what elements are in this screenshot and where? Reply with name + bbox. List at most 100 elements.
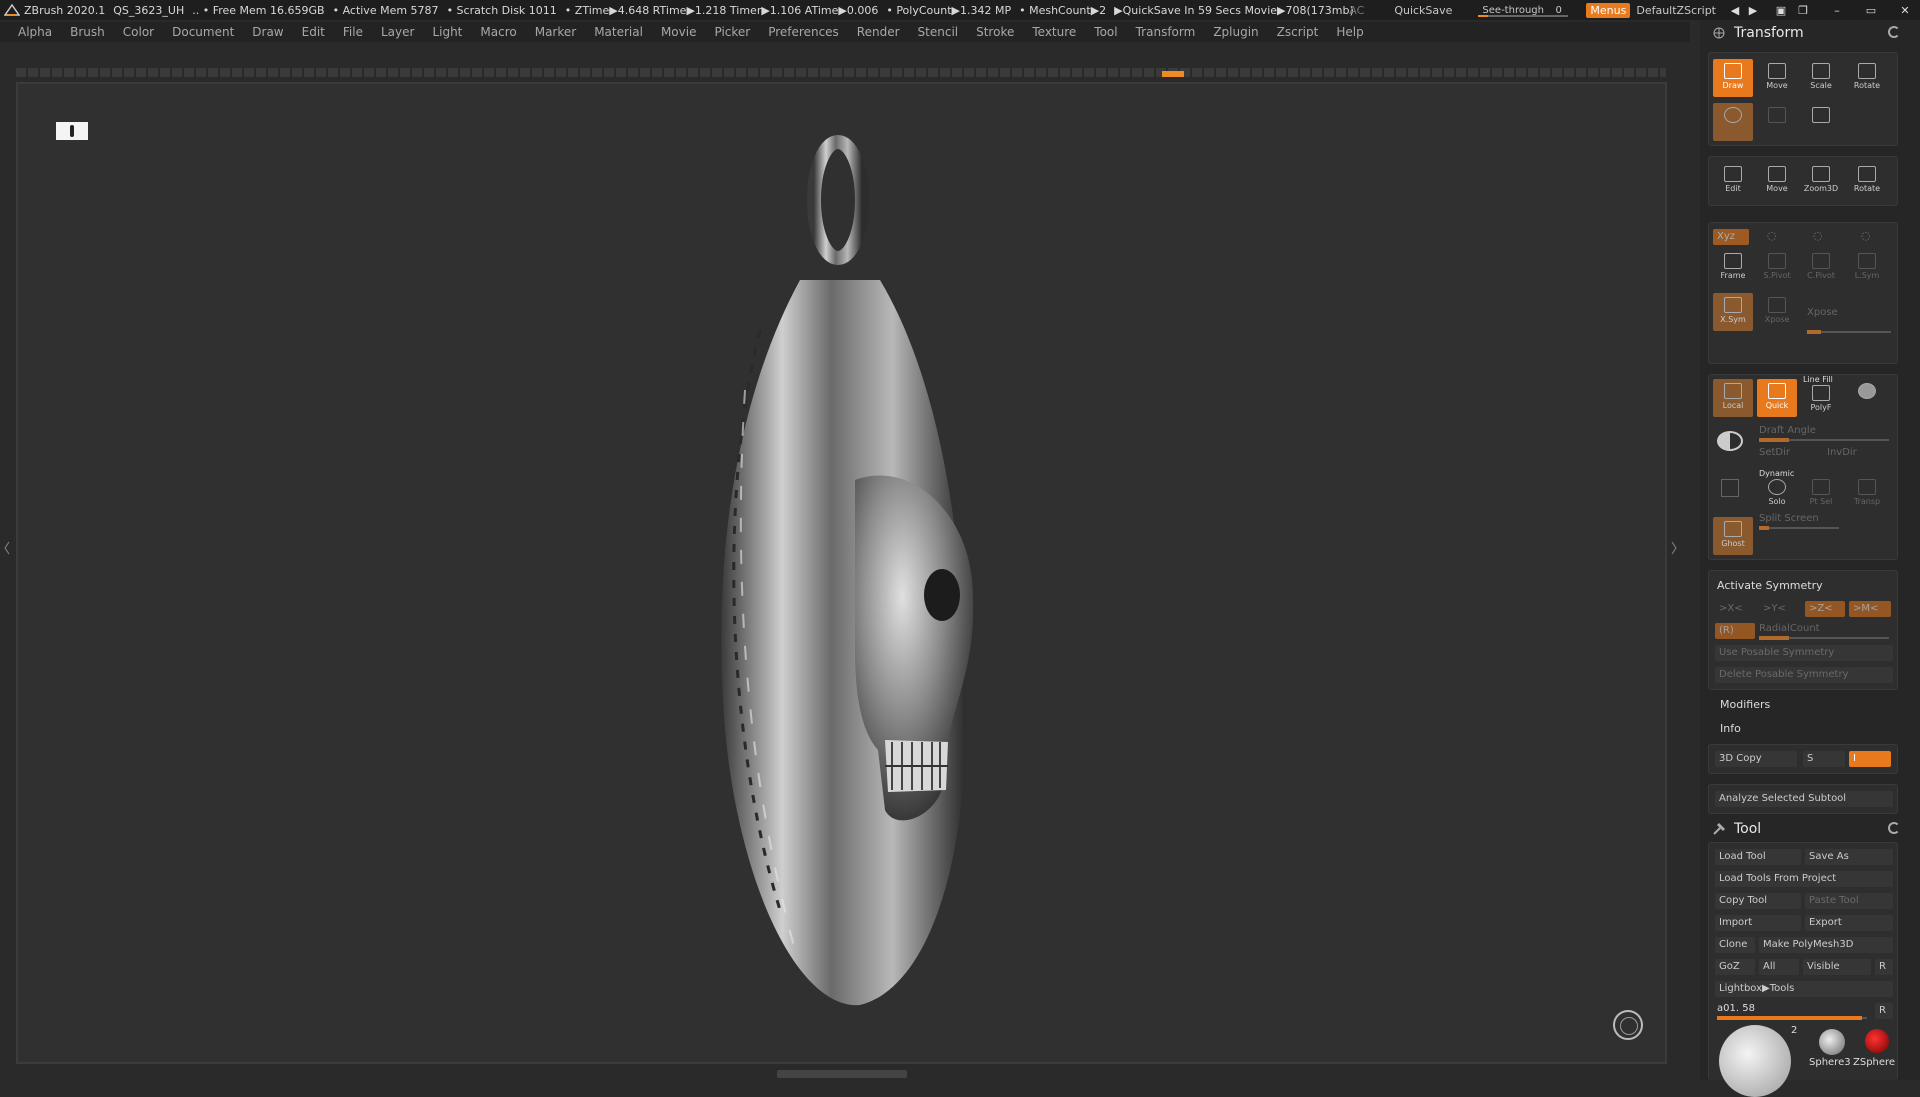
save-as-button[interactable]: Save As	[1805, 849, 1893, 865]
quick-button[interactable]: Quick	[1757, 379, 1797, 417]
menu-tool[interactable]: Tool	[1094, 25, 1117, 39]
sym-m-button[interactable]: >M<	[1849, 601, 1891, 617]
contrast-icon[interactable]	[1717, 431, 1743, 451]
navigation-gizmo-icon[interactable]	[1613, 1010, 1643, 1040]
menu-edit[interactable]: Edit	[302, 25, 325, 39]
radial-r-button[interactable]: (R)	[1715, 623, 1755, 639]
draw-button[interactable]: Draw	[1713, 59, 1753, 97]
menu-layer[interactable]: Layer	[381, 25, 414, 39]
edit-button[interactable]: Edit	[1713, 162, 1753, 200]
cpivot-button[interactable]: C.Pivot	[1801, 249, 1841, 287]
snapshot-button[interactable]	[1801, 103, 1841, 141]
menus-button[interactable]: Menus	[1586, 2, 1631, 18]
menu-zscript[interactable]: Zscript	[1277, 25, 1319, 39]
ptsel-button[interactable]: Pt Sel	[1801, 475, 1841, 513]
xsym-button[interactable]: X.Sym	[1713, 293, 1753, 331]
frame-button[interactable]: Frame	[1713, 249, 1753, 287]
script-name[interactable]: DefaultZScript	[1636, 4, 1716, 17]
solo-button[interactable]: Solo	[1757, 475, 1797, 513]
menu-transform[interactable]: Transform	[1136, 25, 1196, 39]
goz-button[interactable]: GoZ	[1715, 959, 1755, 975]
use-posable-symmetry-button[interactable]: Use Posable Symmetry	[1715, 645, 1893, 661]
menu-light[interactable]: Light	[432, 25, 462, 39]
menu-render[interactable]: Render	[857, 25, 900, 39]
edit-pivot-button[interactable]	[1757, 103, 1797, 141]
goz-all-button[interactable]: All	[1759, 959, 1799, 975]
rotate-view-button[interactable]: Rotate	[1847, 162, 1887, 200]
close-icon[interactable]: ✕	[1896, 4, 1914, 17]
menu-color[interactable]: Color	[123, 25, 154, 39]
menu-help[interactable]: Help	[1336, 25, 1363, 39]
load-tool-button[interactable]: Load Tool	[1715, 849, 1801, 865]
menu-brush[interactable]: Brush	[70, 25, 105, 39]
tool-reset-icon[interactable]	[1888, 822, 1900, 834]
xyz-button[interactable]: Xyz	[1713, 229, 1749, 245]
menu-file[interactable]: File	[343, 25, 363, 39]
xpose-button[interactable]: Xpose	[1757, 293, 1797, 331]
axis-lock-icon-2[interactable]: ◌	[1813, 229, 1823, 242]
menu-macro[interactable]: Macro	[480, 25, 516, 39]
axis-lock-icon-3[interactable]: ◌	[1861, 229, 1871, 242]
move-mode-button[interactable]: Move	[1757, 59, 1797, 97]
bottom-tray-handle[interactable]	[777, 1070, 907, 1078]
copy-tool-button[interactable]: Copy Tool	[1715, 893, 1801, 909]
skull-pendant-model[interactable]	[680, 130, 1020, 1030]
rotate-mode-button[interactable]: Rotate	[1847, 59, 1887, 97]
menu-alpha[interactable]: Alpha	[18, 25, 52, 39]
clone-button[interactable]: Clone	[1715, 937, 1755, 953]
window-restore-icon[interactable]: ❐	[1794, 4, 1812, 17]
menu-stroke[interactable]: Stroke	[976, 25, 1014, 39]
quicksave-button[interactable]: QuickSave	[1394, 4, 1452, 17]
see-through-slider[interactable]: See-through 0	[1478, 3, 1569, 17]
maximize-icon[interactable]: ▭	[1862, 4, 1880, 17]
draft-angle-slider[interactable]	[1759, 438, 1889, 442]
menu-preferences[interactable]: Preferences	[768, 25, 839, 39]
copy3d-button[interactable]: 3D Copy	[1715, 751, 1797, 767]
invdir-button[interactable]: InvDir	[1827, 447, 1857, 458]
split-screen-slider[interactable]	[1759, 526, 1839, 530]
sym-y-button[interactable]: >Y<	[1759, 601, 1799, 617]
scale-mode-button[interactable]: Scale	[1801, 59, 1841, 97]
menu-picker[interactable]: Picker	[714, 25, 750, 39]
gizmo-toggle-button[interactable]	[1713, 103, 1753, 141]
modifiers-subpalette[interactable]: Modifiers	[1720, 698, 1770, 711]
sym-z-button[interactable]: >Z<	[1805, 601, 1845, 617]
left-tray-arrow-icon[interactable]	[4, 540, 10, 556]
zsphere-thumbnail[interactable]	[1865, 1029, 1889, 1053]
export-button[interactable]: Export	[1805, 915, 1893, 931]
zoom3d-button[interactable]: Zoom3D	[1801, 162, 1841, 200]
xpose-slider[interactable]	[1807, 330, 1891, 334]
axis-lock-icon-1[interactable]: ◌	[1767, 229, 1777, 242]
goz-visible-button[interactable]: Visible	[1803, 959, 1871, 975]
transform-palette-header[interactable]: Transform	[1700, 22, 1920, 44]
current-tool-thumbnail[interactable]	[1719, 1025, 1791, 1097]
menu-document[interactable]: Document	[172, 25, 234, 39]
spivot-button[interactable]: S.Pivot	[1757, 249, 1797, 287]
window-tile-icon[interactable]: ▣	[1772, 4, 1790, 17]
setdir-button[interactable]: SetDir	[1759, 447, 1790, 458]
menu-stencil[interactable]: Stencil	[918, 25, 959, 39]
goz-r-button[interactable]: R	[1875, 959, 1893, 975]
sym-x-button[interactable]: >X<	[1715, 601, 1755, 617]
layout-next-icon[interactable]: ▶	[1744, 4, 1762, 17]
layout-prev-icon[interactable]: ◀	[1726, 4, 1744, 17]
transform-reset-icon[interactable]	[1888, 26, 1900, 38]
info-subpalette[interactable]: Info	[1720, 722, 1741, 735]
analyze-selected-subtool-button[interactable]: Analyze Selected Subtool	[1715, 791, 1893, 807]
activate-symmetry-button[interactable]: Activate Symmetry	[1717, 579, 1823, 592]
make-polymesh3d-button[interactable]: Make PolyMesh3D	[1759, 937, 1893, 953]
right-tray-arrow-icon[interactable]	[1671, 540, 1677, 556]
tool-r-button[interactable]: R	[1875, 1003, 1893, 1019]
ghost-button[interactable]: Ghost	[1713, 517, 1753, 555]
polyf-button[interactable]: PolyF	[1801, 381, 1841, 419]
lsym-button[interactable]: L.Sym	[1847, 249, 1887, 287]
menu-marker[interactable]: Marker	[535, 25, 576, 39]
menu-draw[interactable]: Draw	[252, 25, 283, 39]
minimize-icon[interactable]: –	[1828, 4, 1846, 17]
current-tool-slider[interactable]	[1717, 1016, 1867, 1020]
delete-posable-symmetry-button[interactable]: Delete Posable Symmetry	[1715, 667, 1893, 683]
menu-zplugin[interactable]: Zplugin	[1213, 25, 1258, 39]
import-button[interactable]: Import	[1715, 915, 1801, 931]
menu-material[interactable]: Material	[594, 25, 643, 39]
cube-icon[interactable]	[1721, 479, 1739, 497]
